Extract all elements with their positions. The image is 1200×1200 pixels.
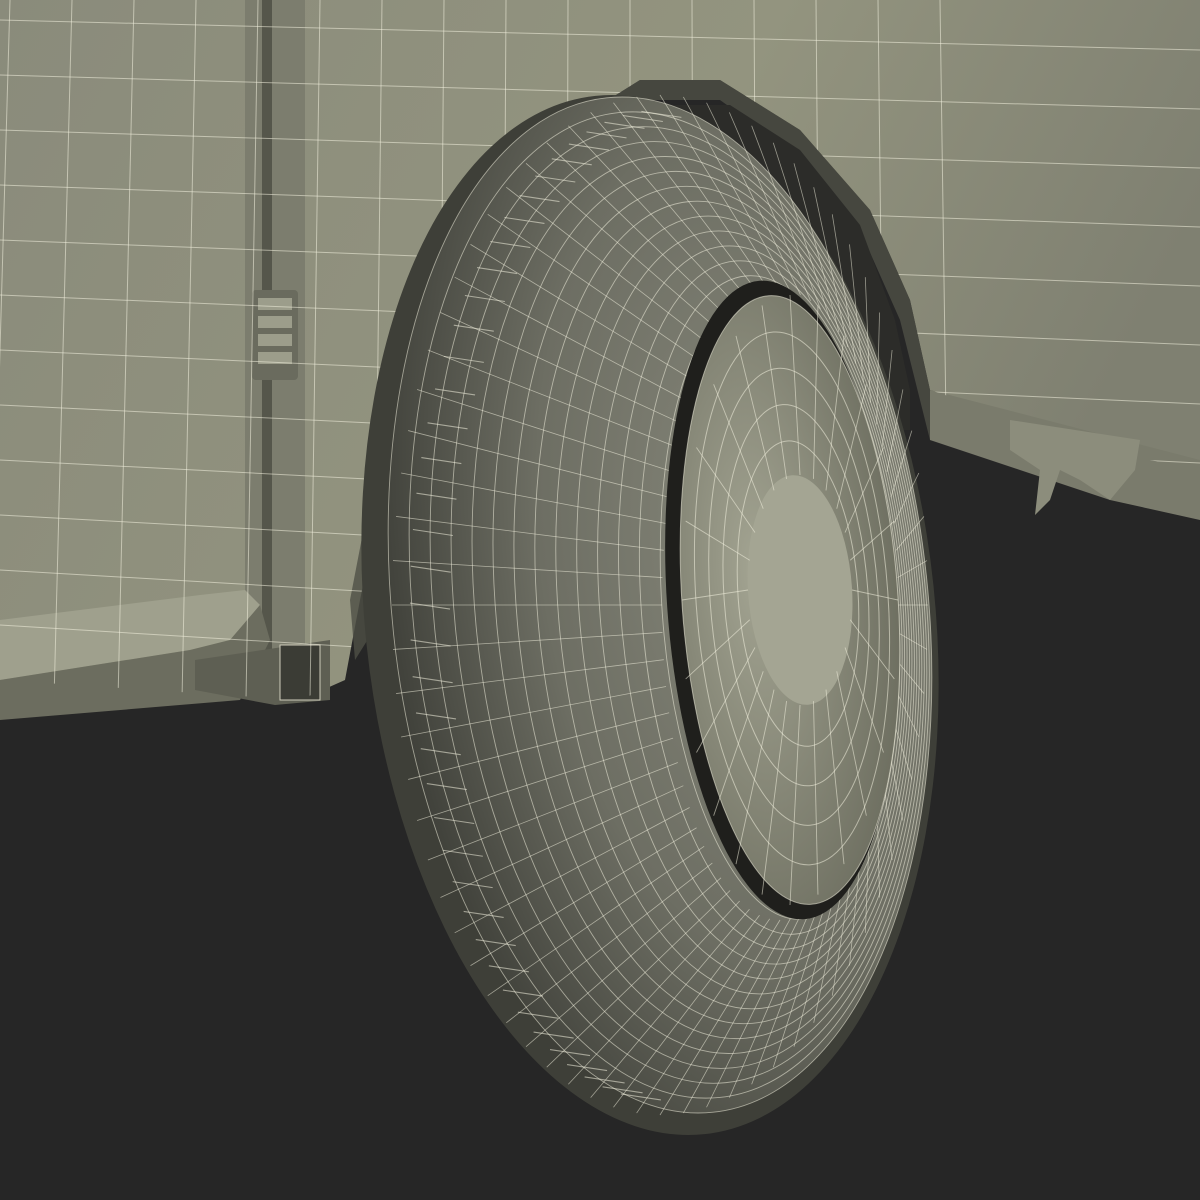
door-hinge xyxy=(252,290,298,380)
wireframe-render-viewport xyxy=(0,0,1200,1200)
frame-tube-end xyxy=(279,644,321,701)
truck-wheel-wireframe-scene xyxy=(0,0,1200,1200)
